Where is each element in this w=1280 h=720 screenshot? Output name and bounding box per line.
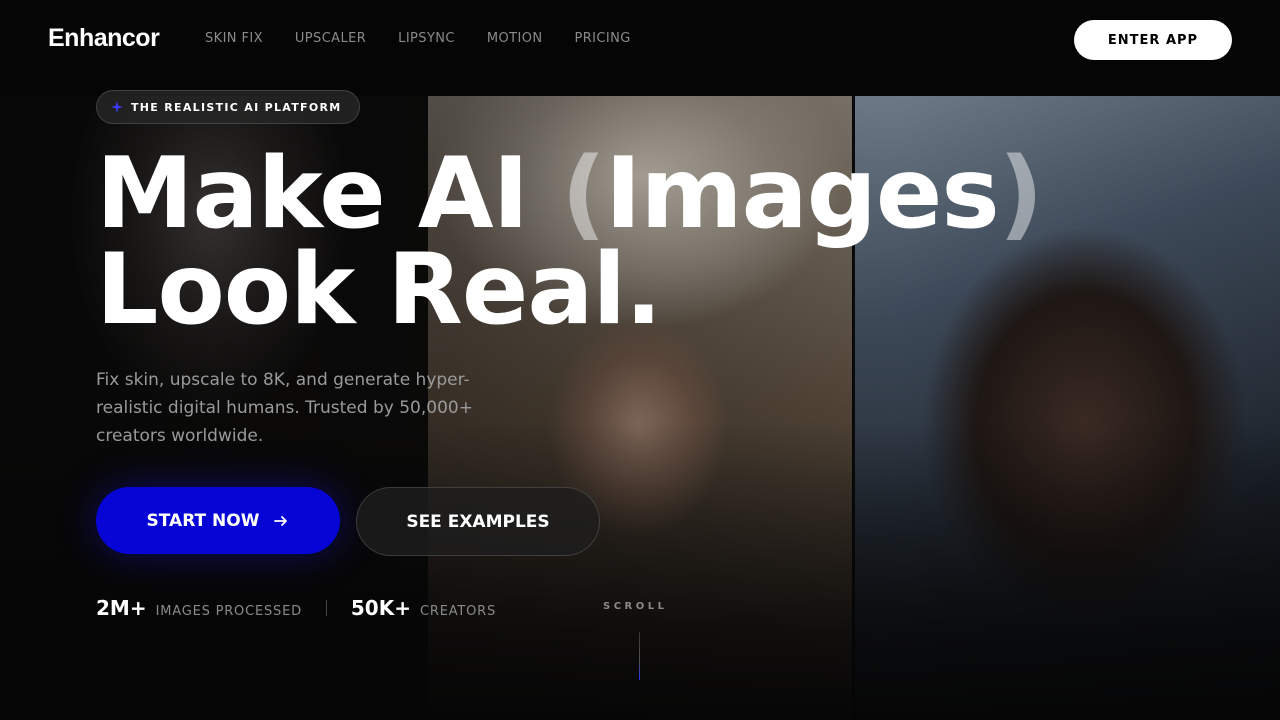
stat-images-processed: 2M+ IMAGES PROCESSED xyxy=(96,596,302,620)
enter-app-button[interactable]: ENTER APP xyxy=(1074,20,1232,60)
nav-link-lipsync[interactable]: LIPSYNC xyxy=(398,31,455,46)
see-examples-button[interactable]: SEE EXAMPLES xyxy=(356,487,600,556)
stat-value: 2M+ xyxy=(96,596,147,620)
headline-paren-close: ) xyxy=(998,137,1044,251)
hero-bottom-gradient xyxy=(0,420,1280,720)
hero-stats: 2M+ IMAGES PROCESSED 50K+ CREATORS xyxy=(96,596,496,620)
hero-headline: Make AI (Images) Look Real. xyxy=(96,145,1043,339)
brand-logo[interactable]: Enhancor xyxy=(48,24,160,53)
nav-link-pricing[interactable]: PRICING xyxy=(574,31,630,46)
hero-subtext: Fix skin, upscale to 8K, and generate hy… xyxy=(96,370,473,446)
nav-link-motion[interactable]: MOTION xyxy=(487,31,543,46)
arrow-right-icon xyxy=(274,515,288,526)
stat-creators: 50K+ CREATORS xyxy=(351,596,496,620)
stat-divider xyxy=(325,600,327,616)
nav-link-skin-fix[interactable]: SKIN FIX xyxy=(205,31,263,46)
top-navbar: Enhancor SKIN FIX UPSCALER LIPSYNC MOTIO… xyxy=(0,0,1280,80)
start-now-label: START NOW xyxy=(146,510,260,531)
platform-badge: THE REALISTIC AI PLATFORM xyxy=(96,90,360,124)
headline-highlight-word: Images xyxy=(605,137,1000,251)
nav-links: SKIN FIX UPSCALER LIPSYNC MOTION PRICING xyxy=(205,31,631,46)
stat-value: 50K+ xyxy=(350,596,411,620)
stat-label: IMAGES PROCESSED xyxy=(155,604,302,619)
badge-label: THE REALISTIC AI PLATFORM xyxy=(131,100,342,114)
scroll-indicator-label: SCROLL xyxy=(603,601,668,612)
sparkles-icon xyxy=(111,101,123,113)
scroll-indicator-line xyxy=(639,632,640,680)
nav-link-upscaler[interactable]: UPSCALER xyxy=(295,31,366,46)
start-now-button[interactable]: START NOW xyxy=(96,487,340,554)
stat-label: CREATORS xyxy=(419,604,497,619)
headline-line2: Look Real. xyxy=(96,233,662,347)
